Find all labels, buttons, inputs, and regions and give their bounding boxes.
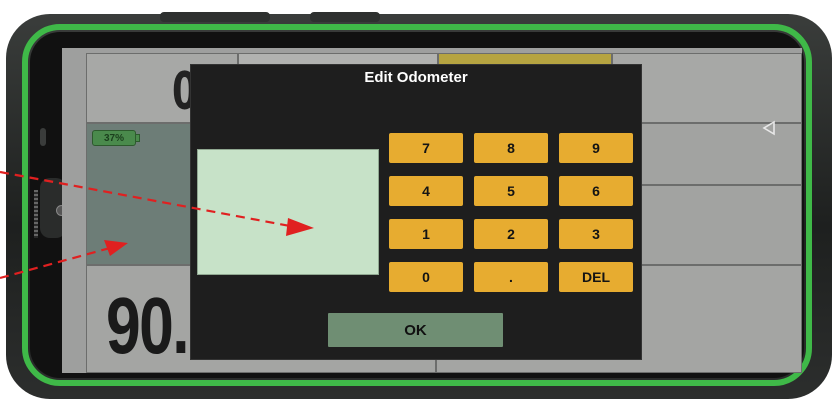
ok-button[interactable]: OK xyxy=(328,313,503,347)
edit-odometer-dialog: Edit Odometer 7 8 9 4 5 6 1 2 3 0 . DEL … xyxy=(190,64,642,360)
key-4[interactable]: 4 xyxy=(389,176,463,206)
triangle-back-icon[interactable] xyxy=(762,120,778,136)
odometer-display-field[interactable] xyxy=(197,149,379,275)
speaker-grill xyxy=(34,190,38,238)
side-sensor xyxy=(40,128,46,146)
key-9[interactable]: 9 xyxy=(559,133,633,163)
key-6[interactable]: 6 xyxy=(559,176,633,206)
key-2[interactable]: 2 xyxy=(474,219,548,249)
key-3[interactable]: 3 xyxy=(559,219,633,249)
key-8[interactable]: 8 xyxy=(474,133,548,163)
power-button xyxy=(310,12,380,22)
battery-icon: 37% xyxy=(92,130,136,146)
dialog-title: Edit Odometer xyxy=(364,69,468,86)
battery-label: 37% xyxy=(103,132,124,144)
key-7[interactable]: 7 xyxy=(389,133,463,163)
volume-button xyxy=(160,12,270,22)
key-delete[interactable]: DEL xyxy=(559,262,633,292)
key-decimal[interactable]: . xyxy=(474,262,548,292)
key-0[interactable]: 0 xyxy=(389,262,463,292)
key-1[interactable]: 1 xyxy=(389,219,463,249)
battery-tip xyxy=(136,134,140,142)
key-5[interactable]: 5 xyxy=(474,176,548,206)
